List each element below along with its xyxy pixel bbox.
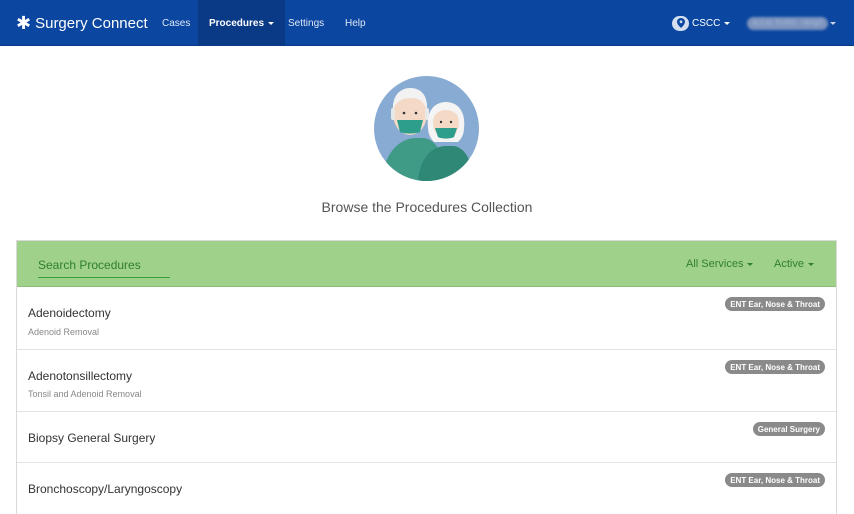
procedure-name: Adenoidectomy	[28, 306, 111, 320]
procedure-name: Biopsy General Surgery	[28, 431, 156, 445]
procedures-panel: All Services Active Adenoidectomy Adenoi…	[16, 240, 837, 514]
snowflake-icon: ✱	[16, 13, 32, 33]
nav-cases[interactable]: Cases	[151, 0, 201, 46]
caret-down-icon	[747, 262, 754, 266]
nav-procedures[interactable]: Procedures	[198, 0, 286, 46]
caret-down-icon	[724, 21, 731, 25]
procedure-row[interactable]: Biopsy General Surgery General Surgery	[17, 412, 836, 463]
nav-procedures-label: Procedures	[209, 17, 265, 29]
procedure-name: Adenotonsillectomy	[28, 369, 133, 383]
user-menu[interactable]: ALCAL EVRO · cfergl2	[747, 0, 836, 46]
procedure-description: Tonsil and Adenoid Removal	[28, 389, 142, 399]
caret-down-icon	[807, 262, 814, 266]
location-label: CSCC	[692, 17, 721, 29]
nav-settings[interactable]: Settings	[277, 0, 335, 46]
procedure-row[interactable]: Bronchoscopy/Laryngoscopy ENT Ear, Nose …	[17, 463, 836, 514]
search-toolbar: All Services Active	[17, 241, 836, 287]
nav-help-label: Help	[345, 17, 366, 29]
nav-cases-label: Cases	[162, 17, 191, 29]
procedure-name: Bronchoscopy/Laryngoscopy	[28, 482, 183, 496]
nav-help[interactable]: Help	[334, 0, 377, 46]
services-filter-label: All Services	[686, 258, 744, 270]
user-name-redacted: ALCAL EVRO · cfergl2	[747, 16, 828, 30]
top-navbar: ✱ Surgery Connect Cases Procedures Setti…	[0, 0, 854, 46]
procedure-row[interactable]: Adenoidectomy Adenoid Removal ENT Ear, N…	[17, 287, 836, 350]
status-filter-dropdown[interactable]: Active	[774, 241, 814, 287]
service-badge: ENT Ear, Nose & Throat	[725, 360, 825, 374]
procedure-description: Adenoid Removal	[28, 327, 100, 337]
map-pin-icon	[672, 15, 689, 31]
search-input[interactable]	[38, 252, 170, 278]
procedure-row[interactable]: Adenotonsillectomy Tonsil and Adenoid Re…	[17, 350, 836, 412]
service-badge: ENT Ear, Nose & Throat	[725, 473, 825, 487]
caret-down-icon	[829, 21, 836, 25]
service-badge: General Surgery	[752, 422, 825, 436]
services-filter-dropdown[interactable]: All Services	[686, 241, 754, 287]
nav-settings-label: Settings	[288, 17, 325, 29]
service-badge: ENT Ear, Nose & Throat	[725, 297, 825, 311]
brand-name: Surgery Connect	[35, 14, 148, 32]
page-subtitle: Browse the Procedures Collection	[321, 199, 533, 215]
brand-logo[interactable]: ✱ Surgery Connect	[16, 0, 148, 46]
status-filter-label: Active	[774, 258, 804, 270]
hero-illustration	[374, 76, 479, 181]
caret-down-icon	[268, 21, 275, 25]
location-selector[interactable]: CSCC	[672, 0, 731, 46]
